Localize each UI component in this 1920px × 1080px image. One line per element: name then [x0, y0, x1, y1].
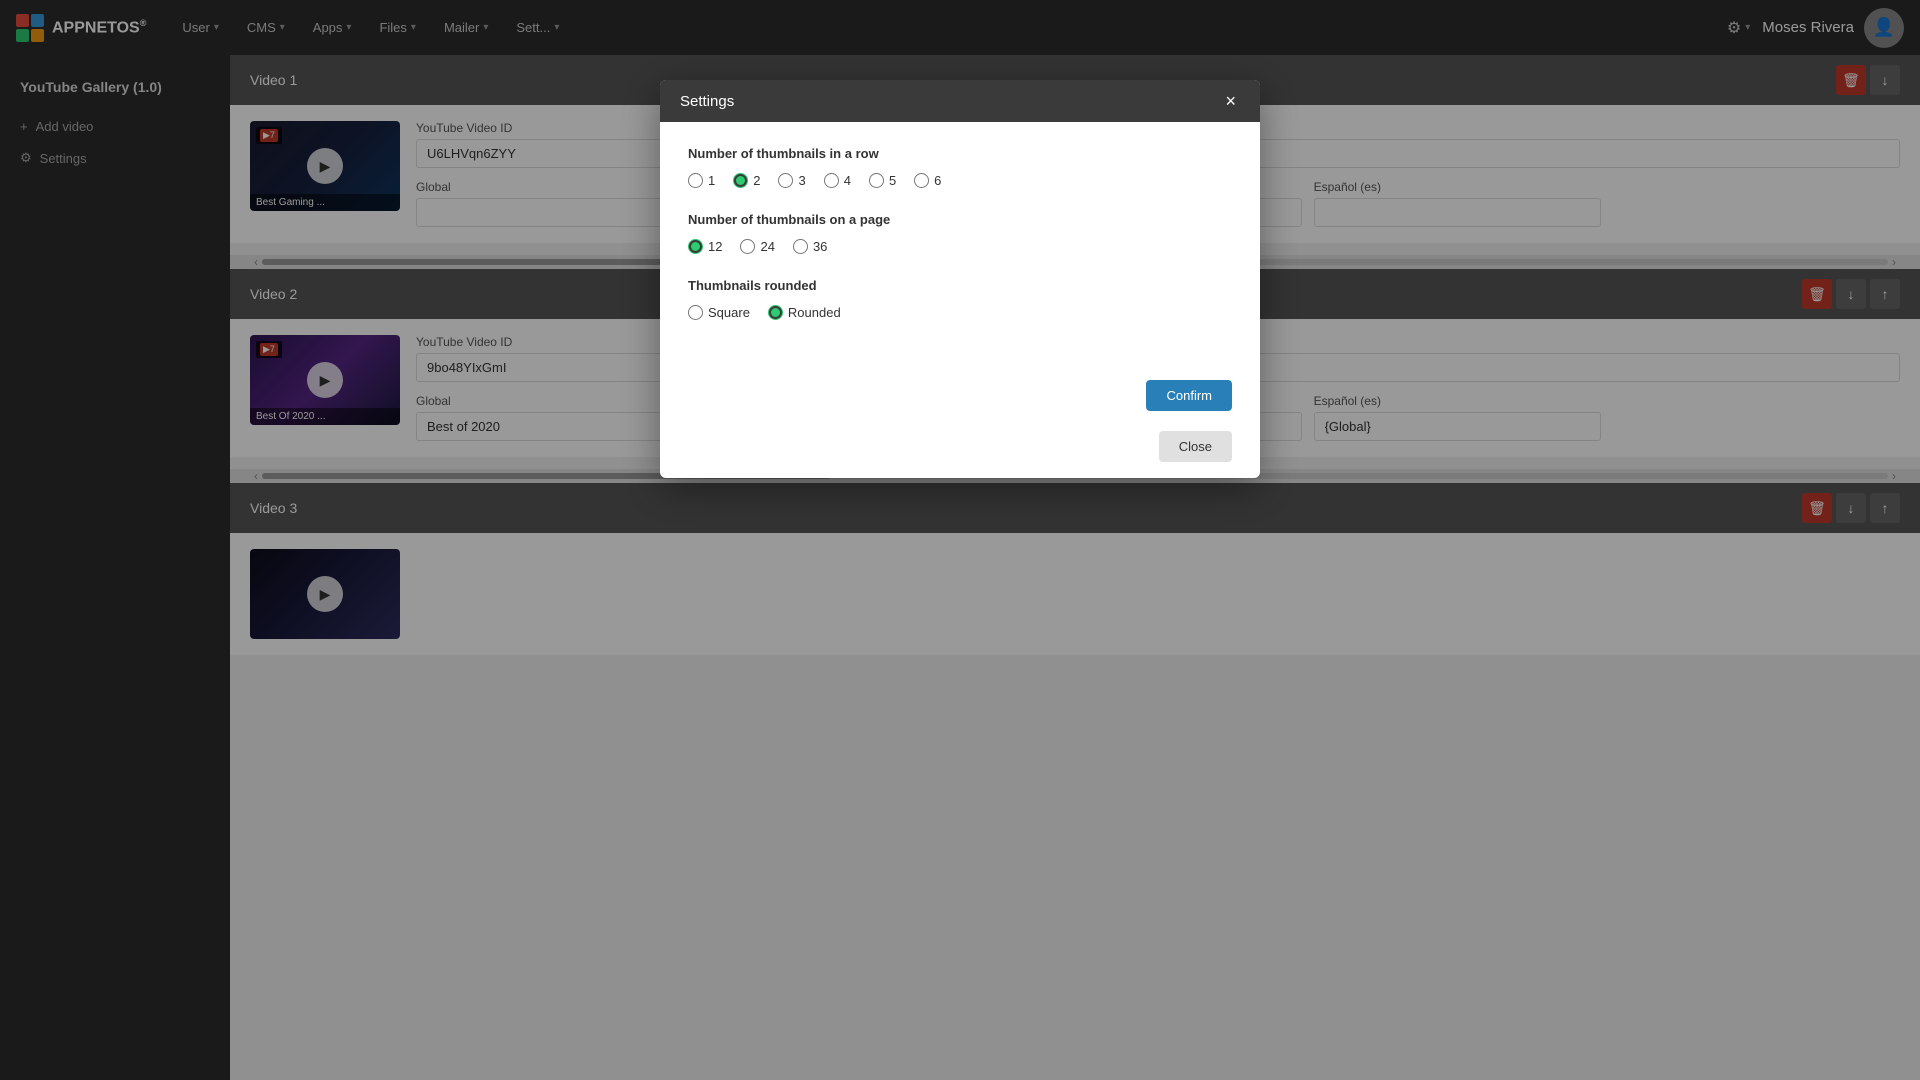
close-button[interactable]: Close — [1159, 431, 1232, 462]
thumbnails-rounded-section: Thumbnails rounded Square Rounded — [688, 278, 1232, 320]
row-option-3[interactable]: 3 — [778, 173, 805, 188]
page-radio-36[interactable] — [793, 239, 808, 254]
page-option-36[interactable]: 36 — [793, 239, 827, 254]
thumbnails-rounded-label: Thumbnails rounded — [688, 278, 1232, 293]
modal-footer: Confirm — [660, 368, 1260, 431]
thumbnails-rounded-options: Square Rounded — [688, 305, 1232, 320]
thumbnails-page-section: Number of thumbnails on a page 12 24 36 — [688, 212, 1232, 254]
page-radio-12[interactable] — [688, 239, 703, 254]
row-radio-5[interactable] — [869, 173, 884, 188]
row-option-2[interactable]: 2 — [733, 173, 760, 188]
row-option-1[interactable]: 1 — [688, 173, 715, 188]
row-label-3: 3 — [798, 173, 805, 188]
thumbnails-page-options: 12 24 36 — [688, 239, 1232, 254]
modal-body: Number of thumbnails in a row 1 2 3 — [660, 122, 1260, 368]
rounded-radio-square[interactable] — [688, 305, 703, 320]
row-label-6: 6 — [934, 173, 941, 188]
row-option-4[interactable]: 4 — [824, 173, 851, 188]
row-radio-1[interactable] — [688, 173, 703, 188]
rounded-radio-rounded[interactable] — [768, 305, 783, 320]
row-label-1: 1 — [708, 173, 715, 188]
page-radio-24[interactable] — [740, 239, 755, 254]
modal-header: Settings × — [660, 80, 1260, 122]
modal-overlay: Settings × Number of thumbnails in a row… — [0, 0, 1920, 1080]
row-radio-2[interactable] — [733, 173, 748, 188]
modal-close-x-button[interactable]: × — [1221, 92, 1240, 110]
thumbnails-page-label: Number of thumbnails on a page — [688, 212, 1232, 227]
modal-close-row: Close — [660, 431, 1260, 478]
settings-modal: Settings × Number of thumbnails in a row… — [660, 80, 1260, 478]
rounded-option-square[interactable]: Square — [688, 305, 750, 320]
row-label-2: 2 — [753, 173, 760, 188]
page-label-12: 12 — [708, 239, 722, 254]
page-label-24: 24 — [760, 239, 774, 254]
page-label-36: 36 — [813, 239, 827, 254]
rounded-label-square: Square — [708, 305, 750, 320]
thumbnails-row-options: 1 2 3 4 5 — [688, 173, 1232, 188]
rounded-label-rounded: Rounded — [788, 305, 841, 320]
thumbnails-row-section: Number of thumbnails in a row 1 2 3 — [688, 146, 1232, 188]
thumbnails-row-label: Number of thumbnails in a row — [688, 146, 1232, 161]
modal-title: Settings — [680, 93, 734, 110]
page-option-24[interactable]: 24 — [740, 239, 774, 254]
row-label-5: 5 — [889, 173, 896, 188]
row-radio-3[interactable] — [778, 173, 793, 188]
row-radio-6[interactable] — [914, 173, 929, 188]
page-option-12[interactable]: 12 — [688, 239, 722, 254]
row-label-4: 4 — [844, 173, 851, 188]
row-option-6[interactable]: 6 — [914, 173, 941, 188]
rounded-option-rounded[interactable]: Rounded — [768, 305, 841, 320]
row-radio-4[interactable] — [824, 173, 839, 188]
row-option-5[interactable]: 5 — [869, 173, 896, 188]
confirm-button[interactable]: Confirm — [1146, 380, 1232, 411]
